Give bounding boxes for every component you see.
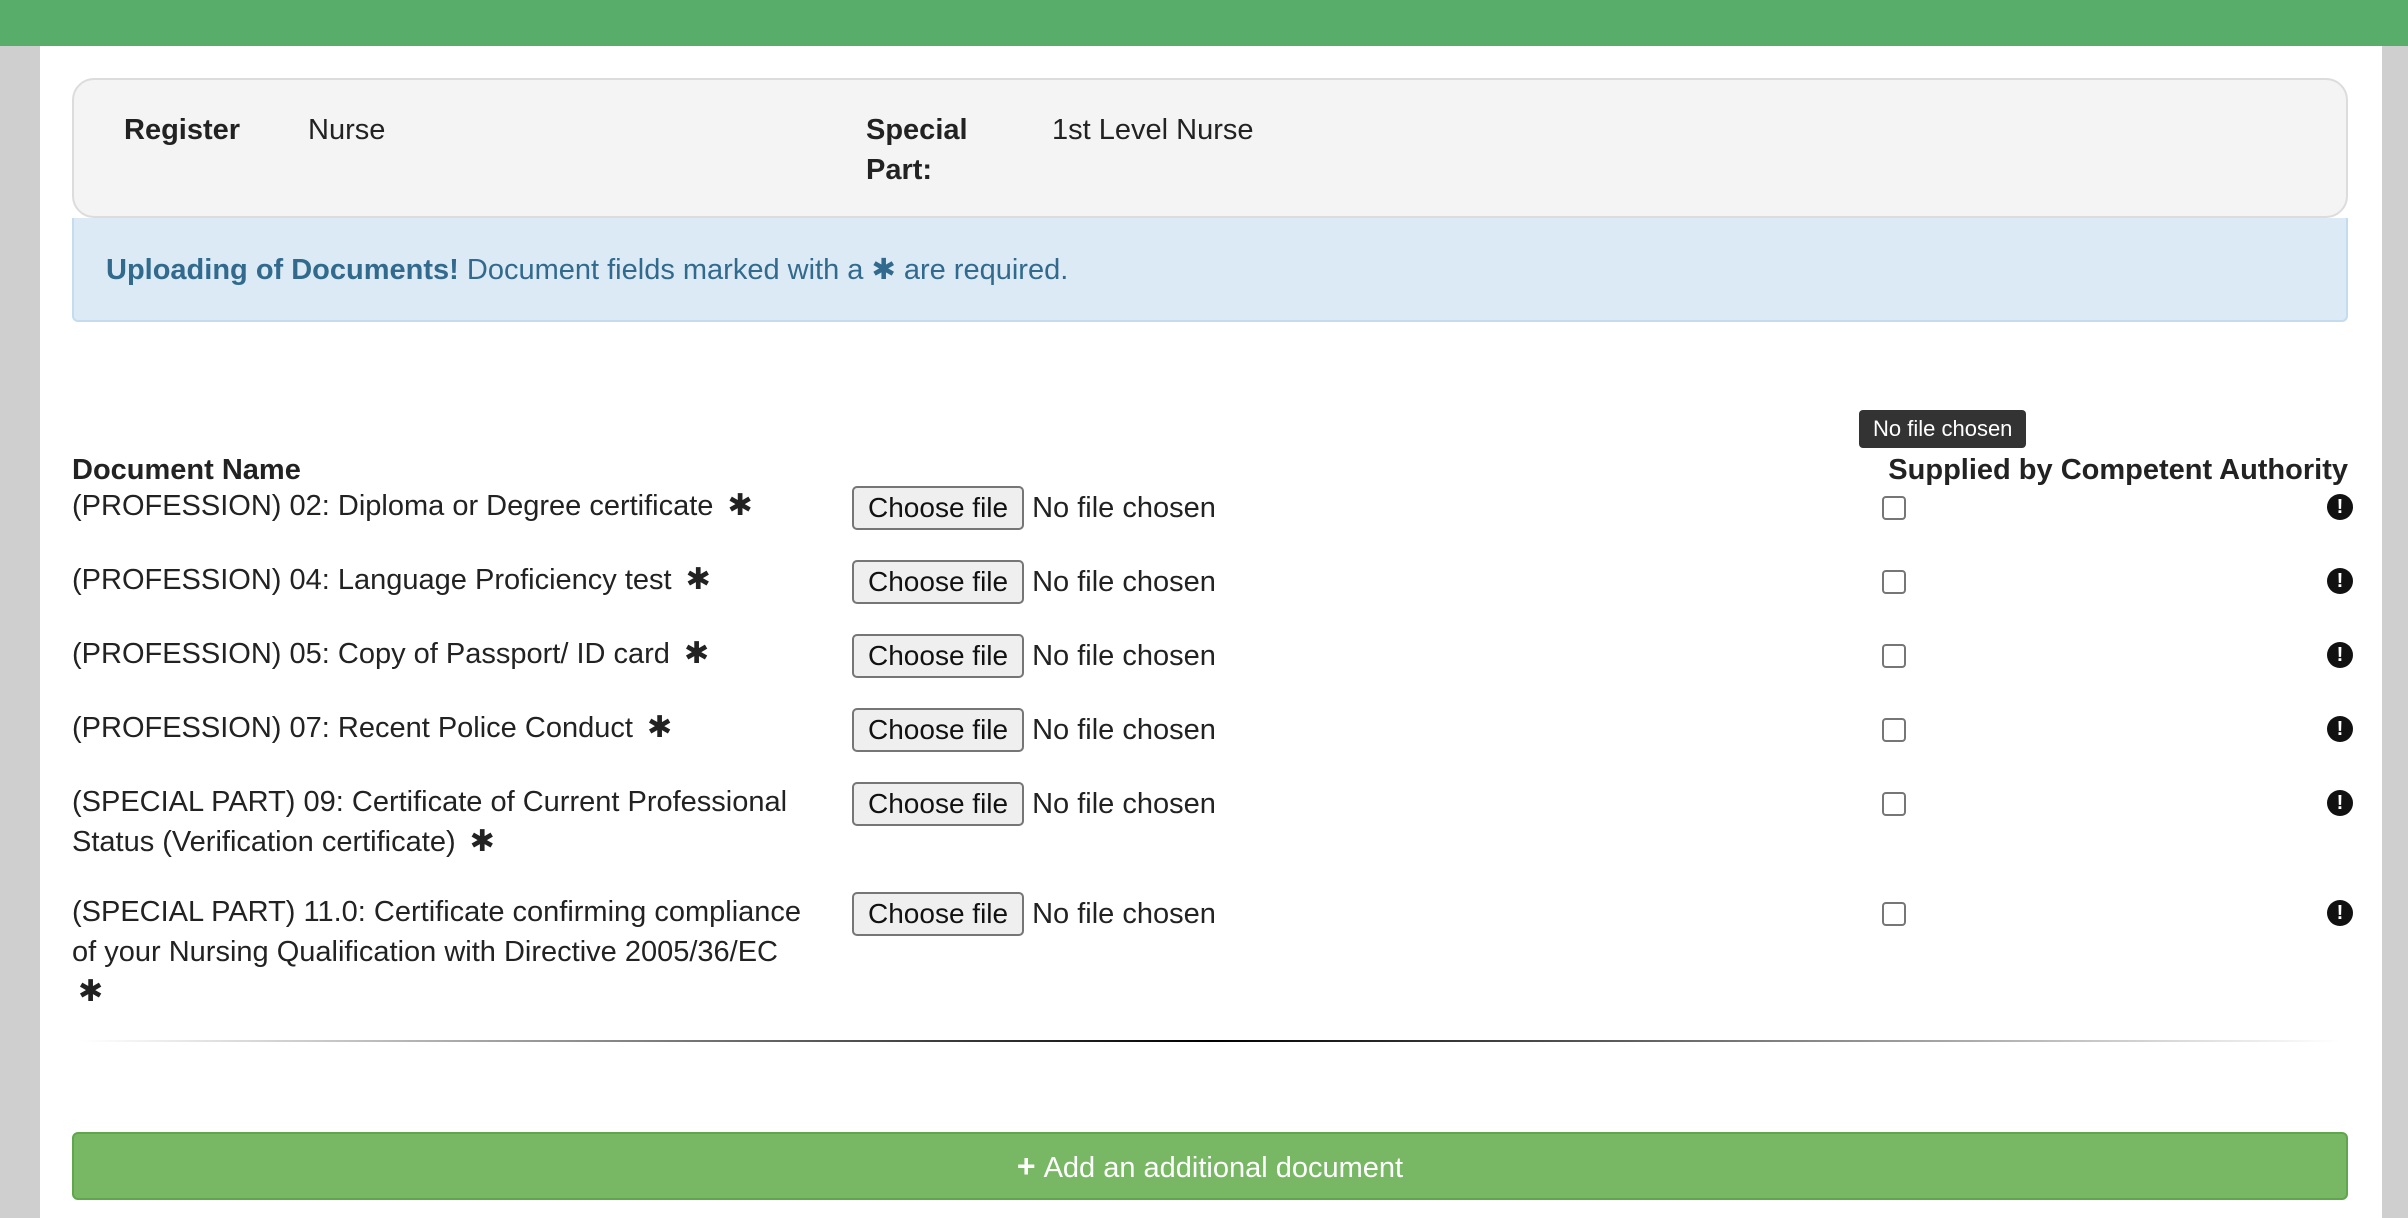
supplied-by-authority-checkbox[interactable]	[1882, 570, 1906, 594]
file-status-text: No file chosen	[1032, 713, 1216, 746]
required-asterisk-icon: ✱	[469, 825, 495, 858]
registration-summary-panel: Register Nurse Special Part: 1st Level N…	[72, 78, 2348, 218]
file-status-text: No file chosen	[1032, 491, 1216, 524]
upload-info-alert: Uploading of Documents! Document fields …	[72, 218, 2348, 322]
file-status-text: No file chosen	[1032, 897, 1216, 930]
file-input[interactable]: Choose file No file chosen	[852, 486, 1216, 530]
choose-file-button[interactable]: Choose file	[852, 708, 1025, 752]
register-label: Register	[124, 114, 241, 146]
file-input[interactable]: Choose file No file chosen	[852, 708, 1216, 752]
add-document-button[interactable]: + Add an additional document	[72, 1132, 2348, 1200]
document-name: (PROFESSION) 04: Language Proficiency te…	[72, 560, 802, 600]
file-input[interactable]: Choose file No file chosen	[852, 634, 1216, 678]
special-part-value: 1st Level Nurse	[1052, 114, 1254, 146]
document-name-text: (PROFESSION) 02: Diploma or Degree certi…	[72, 490, 714, 522]
document-name: (SPECIAL PART) 09: Certificate of Curren…	[72, 782, 802, 862]
file-status-text: No file chosen	[1032, 787, 1216, 820]
exclamation-circle-icon[interactable]: !	[2327, 642, 2353, 668]
required-asterisk-icon: ✱	[646, 711, 673, 744]
choose-file-button[interactable]: Choose file	[852, 634, 1025, 678]
special-part-label-line1: Special	[866, 114, 968, 146]
special-part-label-line2: Part:	[866, 154, 933, 186]
document-name: (PROFESSION) 05: Copy of Passport/ ID ca…	[72, 634, 802, 674]
exclamation-circle-icon[interactable]: !	[2327, 790, 2353, 816]
choose-file-button[interactable]: Choose file	[852, 486, 1025, 530]
file-status-text: No file chosen	[1032, 639, 1216, 672]
supplied-by-authority-checkbox[interactable]	[1882, 718, 1906, 742]
alert-message-start: Document fields marked with a	[466, 254, 864, 286]
file-input[interactable]: Choose file No file chosen	[852, 892, 1216, 936]
required-star-icon: ✱	[871, 254, 896, 286]
page-content: Register Nurse Special Part: 1st Level N…	[40, 46, 2382, 1218]
document-name-text: (SPECIAL PART) 11.0: Certificate confirm…	[72, 896, 802, 968]
exclamation-circle-icon[interactable]: !	[2327, 494, 2353, 520]
document-name: (PROFESSION) 02: Diploma or Degree certi…	[72, 486, 802, 526]
alert-title: Uploading of Documents!	[106, 254, 459, 286]
required-asterisk-icon: ✱	[685, 563, 711, 596]
exclamation-circle-icon[interactable]: !	[2327, 900, 2353, 926]
supplied-by-authority-checkbox[interactable]	[1882, 496, 1906, 520]
file-status-text: No file chosen	[1032, 565, 1216, 598]
required-asterisk-icon: ✱	[683, 637, 710, 670]
supplied-by-authority-checkbox[interactable]	[1882, 902, 1906, 926]
supplied-by-authority-header: Supplied by Competent Authority	[1888, 454, 2348, 486]
document-name: (SPECIAL PART) 11.0: Certificate confirm…	[72, 892, 802, 1012]
add-document-label: Add an additional document	[1043, 1152, 1404, 1184]
top-bar	[0, 0, 2408, 46]
divider	[80, 1040, 2340, 1042]
plus-icon: +	[1016, 1148, 1036, 1184]
required-asterisk-icon: ✱	[78, 975, 104, 1008]
no-file-chosen-tooltip: No file chosen	[1859, 410, 2027, 448]
choose-file-button[interactable]: Choose file	[852, 560, 1025, 604]
exclamation-circle-icon[interactable]: !	[2327, 716, 2353, 742]
choose-file-button[interactable]: Choose file	[852, 782, 1025, 826]
required-asterisk-icon: ✱	[727, 489, 753, 522]
document-name-text: (PROFESSION) 04: Language Proficiency te…	[72, 564, 672, 596]
register-value: Nurse	[308, 114, 386, 146]
file-input[interactable]: Choose file No file chosen	[852, 782, 1216, 826]
alert-message-end: are required.	[903, 254, 1069, 286]
exclamation-circle-icon[interactable]: !	[2327, 568, 2353, 594]
document-name-text: (PROFESSION) 05: Copy of Passport/ ID ca…	[72, 638, 670, 670]
file-input[interactable]: Choose file No file chosen	[852, 560, 1216, 604]
choose-file-button[interactable]: Choose file	[852, 892, 1025, 936]
document-name-text: (SPECIAL PART) 09: Certificate of Curren…	[72, 786, 788, 858]
document-name: (PROFESSION) 07: Recent Police Conduct ✱	[72, 708, 802, 748]
supplied-by-authority-checkbox[interactable]	[1882, 792, 1906, 816]
document-name-text: (PROFESSION) 07: Recent Police Conduct	[72, 712, 633, 744]
supplied-by-authority-checkbox[interactable]	[1882, 644, 1906, 668]
